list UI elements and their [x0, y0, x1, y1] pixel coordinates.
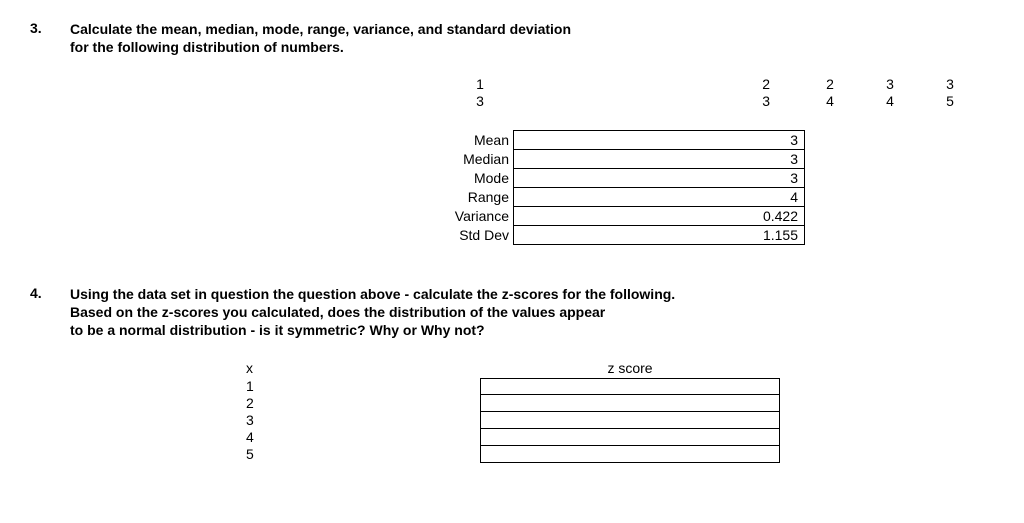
data-cell: 3 5: [920, 76, 980, 110]
question-4-number: 4.: [30, 285, 70, 463]
stat-label: Range: [425, 187, 514, 206]
data-numbers: 1 3 2 3 2 4 3 4 3 5: [450, 76, 994, 110]
stat-label: Mode: [425, 168, 514, 187]
data-cell: 3 4: [860, 76, 920, 110]
data-val: 4: [886, 93, 894, 109]
stat-label: Mean: [425, 130, 514, 149]
question-3-text: Calculate the mean, median, mode, range,…: [70, 20, 994, 56]
data-val: 1: [476, 76, 484, 92]
zscore-table: x z score 1 2 3 4 5: [240, 360, 994, 463]
zscore-header: x z score: [240, 360, 994, 376]
data-cell: 1 3: [450, 76, 510, 110]
question-4: 4. Using the data set in question the qu…: [30, 285, 994, 463]
stat-label: Variance: [425, 206, 514, 225]
q4-text-line2: Based on the z-scores you calculated, do…: [70, 304, 605, 320]
zscore-cell: [480, 446, 780, 463]
question-3-number: 3.: [30, 20, 70, 245]
data-cell: 2 3: [510, 76, 800, 110]
stat-label: Median: [425, 149, 514, 168]
data-val: 3: [476, 93, 484, 109]
data-val: 5: [946, 93, 954, 109]
zscore-cell: [480, 429, 780, 446]
q4-text-line1: Using the data set in question the quest…: [70, 286, 675, 302]
zscore-cell: [480, 412, 780, 429]
stat-value: 1.155: [514, 225, 805, 244]
x-value: 4: [240, 429, 480, 445]
data-val: 3: [946, 76, 954, 92]
stat-row-variance: Variance 0.422: [425, 206, 805, 225]
stat-row-mean: Mean 3: [425, 130, 805, 149]
x-value: 3: [240, 412, 480, 428]
stat-value: 3: [514, 130, 805, 149]
zscore-header-label: z score: [480, 360, 780, 376]
zscore-row: 3: [240, 412, 994, 429]
data-val: 2: [762, 76, 770, 92]
q3-text-line2: for the following distribution of number…: [70, 39, 344, 55]
data-cell: 2 4: [800, 76, 860, 110]
data-val: 4: [826, 93, 834, 109]
question-4-body: Using the data set in question the quest…: [70, 285, 994, 463]
x-value: 2: [240, 395, 480, 411]
zscore-row: 2: [240, 395, 994, 412]
stat-label: Std Dev: [425, 225, 514, 244]
x-header: x: [240, 360, 480, 376]
zscore-row: 1: [240, 378, 994, 395]
data-val: 3: [762, 93, 770, 109]
stat-row-range: Range 4: [425, 187, 805, 206]
zscore-cell: [480, 395, 780, 412]
stat-row-mode: Mode 3: [425, 168, 805, 187]
q4-text-line3: to be a normal distribution - is it symm…: [70, 322, 485, 338]
stat-row-median: Median 3: [425, 149, 805, 168]
x-value: 1: [240, 378, 480, 394]
question-3: 3. Calculate the mean, median, mode, ran…: [30, 20, 994, 245]
zscore-row: 5: [240, 446, 994, 463]
data-val: 2: [826, 76, 834, 92]
stat-value: 0.422: [514, 206, 805, 225]
stat-value: 3: [514, 149, 805, 168]
x-value: 5: [240, 446, 480, 462]
stat-value: 3: [514, 168, 805, 187]
question-4-text: Using the data set in question the quest…: [70, 285, 994, 340]
zscore-cell: [480, 378, 780, 395]
stat-row-stddev: Std Dev 1.155: [425, 225, 805, 244]
question-3-body: Calculate the mean, median, mode, range,…: [70, 20, 994, 245]
stats-table: Mean 3 Median 3 Mode 3 Range 4 Variance …: [425, 130, 805, 245]
stat-value: 4: [514, 187, 805, 206]
q3-text-line1: Calculate the mean, median, mode, range,…: [70, 21, 571, 37]
data-val: 3: [886, 76, 894, 92]
zscore-row: 4: [240, 429, 994, 446]
